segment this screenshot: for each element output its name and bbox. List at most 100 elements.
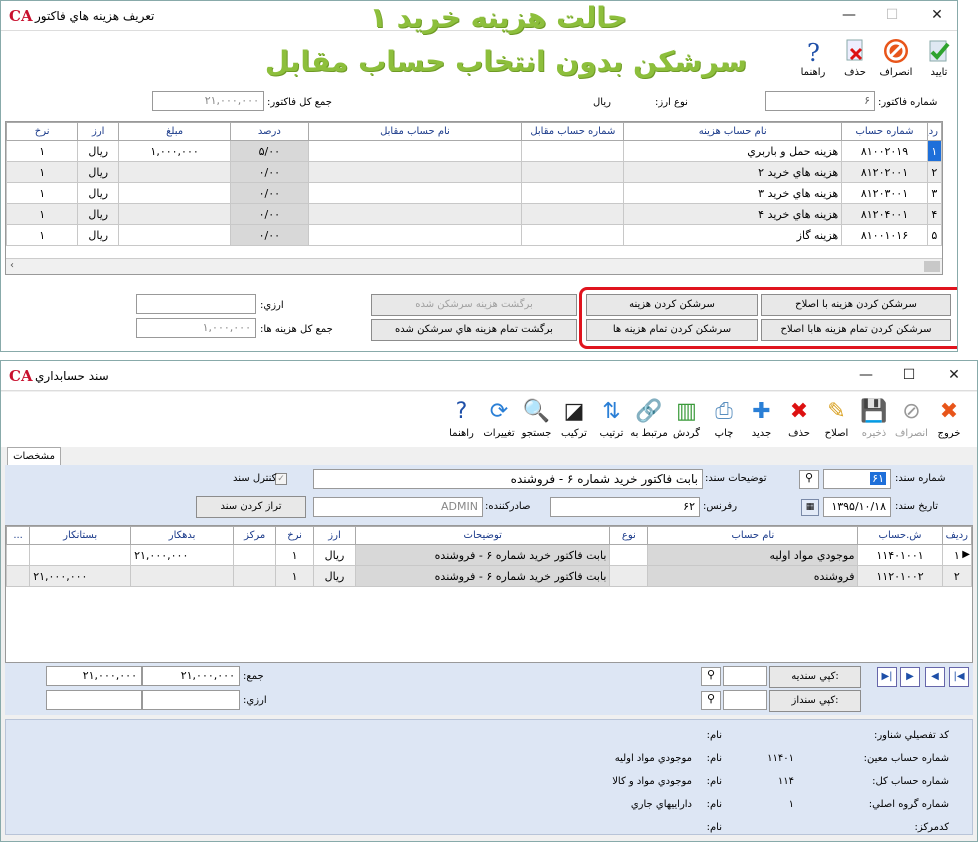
grid-header-cell[interactable]: درصد <box>230 122 309 141</box>
toolbar-button-4[interactable]: ✖ حذف <box>779 398 819 439</box>
doc-date-field[interactable]: ۱۳۹۵/۱۰/۱۸ <box>823 497 891 517</box>
grid-cell[interactable]: ۲۱,۰۰۰,۰۰۰ <box>130 544 235 566</box>
grid-cell[interactable] <box>130 565 235 587</box>
revert-cost-button[interactable]: برگشت هزينه سرشکن شده <box>371 294 577 316</box>
grid-cell[interactable] <box>307 140 523 162</box>
grid-cell[interactable] <box>118 224 232 246</box>
grid-cell[interactable] <box>521 161 625 183</box>
total-cost-field[interactable]: ۱,۰۰۰,۰۰۰ <box>136 318 256 338</box>
grid-cell[interactable] <box>307 182 523 204</box>
grid-cell[interactable] <box>521 224 625 246</box>
cancel-button[interactable]: انصراف <box>874 37 918 78</box>
grid-cell[interactable] <box>5 565 31 587</box>
calendar-icon[interactable]: ▦ <box>801 499 819 516</box>
grid-header-cell[interactable]: توضيحات <box>355 526 611 545</box>
table-row[interactable]: ۱ ۸۱۰۰۲۰۱۹ هزينه حمل و باربري ۵/۰۰ ۱,۰۰۰,۰۰۰… <box>5 140 943 162</box>
grid-cell[interactable]: ريال <box>312 565 357 587</box>
grid-header-cell[interactable]: ارز <box>312 526 357 545</box>
grid-cell[interactable]: ۳ <box>926 182 943 204</box>
grid-cell[interactable]: ۰/۰۰ <box>230 224 309 246</box>
grid-cell[interactable]: موجودي مواد اوليه <box>647 544 859 566</box>
grid-cell[interactable]: هزينه هاي خريد ۲ <box>623 161 843 183</box>
grid-cell[interactable]: ريال <box>77 161 120 183</box>
toolbar-button-10[interactable]: ◪ ترکيب <box>554 398 594 439</box>
grid-cell[interactable] <box>307 224 523 246</box>
sum-credit-field[interactable]: ۲۱,۰۰۰,۰۰۰ <box>46 666 142 686</box>
grid-cell[interactable]: ۲۱,۰۰۰,۰۰۰ <box>29 565 132 587</box>
grid-cell[interactable] <box>307 203 523 225</box>
grid-cell[interactable]: ۸۱۰۰۱۰۱۶ <box>841 224 928 246</box>
grid-cell[interactable]: ۱ <box>275 544 314 566</box>
toolbar-button-6[interactable]: ⎙ چاپ <box>704 398 744 439</box>
first-record-icon[interactable]: ▶| <box>877 667 897 687</box>
grid-cell[interactable]: ريال <box>77 224 120 246</box>
control-checkbox[interactable]: ✓ <box>275 473 287 485</box>
grid-cell[interactable]: ۰/۰۰ <box>230 203 309 225</box>
cost-grid[interactable]: رديفشماره حسابنام حساب هزينهشماره حساب م… <box>5 121 943 275</box>
grid-cell[interactable]: ۱ <box>275 565 314 587</box>
grid-header-cell[interactable]: نام حساب <box>647 526 859 545</box>
grid-cell[interactable]: ۸۱۰۰۲۰۱۹ <box>841 140 928 162</box>
grid-cell[interactable] <box>233 544 277 566</box>
grid-cell[interactable]: بابت فاکتور خريد شماره ۶ - فروشنده <box>355 565 611 587</box>
toolbar-button-9[interactable]: ⇅ ترتيب <box>592 398 632 439</box>
grid-cell[interactable] <box>118 161 232 183</box>
doc-desc-field[interactable]: بابت فاکتور خريد شماره ۶ - فروشنده <box>313 469 703 489</box>
toolbar-button-8[interactable]: 🔗 مرتبط به <box>629 398 669 439</box>
table-row[interactable]: ۵ ۸۱۰۰۱۰۱۶ هزينه گاز ۰/۰۰ ريال ۱ <box>5 224 943 246</box>
help-button[interactable]: ? راهنما <box>791 37 835 78</box>
doc-lines-grid[interactable]: رديف ش.حساب نام حساب نوع توضيحات ارز نرخ مرکز بد… <box>5 525 973 663</box>
grid-cell[interactable]: ۱ <box>5 224 79 246</box>
grid-header-cell[interactable]: نرخ <box>275 526 314 545</box>
grid-header-cell[interactable]: نام حساب مقابل <box>307 122 523 141</box>
table-row[interactable]: ۱ ۱۱۴۰۱۰۰۱ موجودي مواد اوليه بابت فاکتور خر… <box>5 544 973 566</box>
revert-all-cost-button[interactable]: برگشت تمام هزينه هاي سرشکن شده <box>371 319 577 341</box>
grid-cell[interactable]: ريال <box>77 140 120 162</box>
issuer-field[interactable]: ADMIN <box>313 497 483 517</box>
grid-horizontal-scrollbar[interactable]: ‹ <box>6 258 942 274</box>
tab-specs[interactable]: مشخصات <box>7 447 61 465</box>
toolbar-button-11[interactable]: 🔍 جستجو <box>517 398 557 439</box>
toolbar-button-1[interactable]: ⊘ انصراف <box>892 398 932 439</box>
grid-cell[interactable]: ريال <box>77 182 120 204</box>
toolbar-button-2[interactable]: 💾 ذخيره <box>854 398 894 439</box>
invoice-total-field[interactable]: ۲۱,۰۰۰,۰۰۰ <box>152 91 264 111</box>
doc-no-field[interactable]: ۶۱ <box>823 469 891 489</box>
grid-header-cell[interactable]: مرکز <box>233 526 277 545</box>
balance-doc-button[interactable]: تراز کردن سند <box>196 496 306 518</box>
delete-button[interactable]: حذف <box>833 37 877 78</box>
grid-cell[interactable] <box>29 544 132 566</box>
currency-field[interactable] <box>136 294 256 314</box>
grid-cell[interactable] <box>609 544 649 566</box>
copy-to-doc-button[interactable]: کپي سنديه: <box>769 666 861 688</box>
grid-cell[interactable]: ۰/۰۰ <box>230 161 309 183</box>
table-row[interactable]: ۲ ۱۱۲۰۱۰۰۲ فروشنده بابت فاکتور خريد شماره ۶… <box>5 565 973 587</box>
grid-cell[interactable] <box>118 182 232 204</box>
grid-cell[interactable]: بابت فاکتور خريد شماره ۶ - فروشنده <box>355 544 611 566</box>
sum-debit-field[interactable]: ۲۱,۰۰۰,۰۰۰ <box>142 666 240 686</box>
grid-header-cell[interactable]: شماره حساب <box>841 122 928 141</box>
search-icon[interactable]: ⚲ <box>799 470 819 489</box>
scroll-thumb[interactable] <box>924 261 940 272</box>
grid-header-cell[interactable]: ارز <box>77 122 120 141</box>
scroll-left-icon[interactable]: ‹ <box>10 260 14 271</box>
toolbar-button-0[interactable]: ✖ خروج <box>929 398 969 439</box>
close-button[interactable]: ✕ <box>939 364 969 388</box>
grid-cell[interactable]: ۱۱۴۰۱۰۰۱ <box>857 544 943 566</box>
grid-cell[interactable]: ۱۱۲۰۱۰۰۲ <box>857 565 943 587</box>
spread-all-cost-fix-button[interactable]: سرشکن کردن تمام هزينه هابا اصلاح <box>761 319 951 341</box>
invoice-no-field[interactable]: ۶ <box>765 91 875 111</box>
grid-header-cell[interactable]: ش.حساب <box>857 526 943 545</box>
grid-header-cell[interactable]: مبلغ <box>118 122 232 141</box>
ref-field[interactable]: ۶۲ <box>550 497 700 517</box>
last-record-icon[interactable]: |◀ <box>949 667 969 687</box>
grid-header-cell[interactable]: نام حساب هزينه <box>623 122 843 141</box>
spread-all-cost-button[interactable]: سرشکن کردن تمام هزينه ها <box>586 319 758 341</box>
grid-cell[interactable] <box>609 565 649 587</box>
grid-cell[interactable] <box>521 203 625 225</box>
grid-cell[interactable] <box>521 182 625 204</box>
spread-cost-fix-button[interactable]: سرشکن کردن هزينه با اصلاح <box>761 294 951 316</box>
next-record-icon[interactable]: ▶ <box>900 667 920 687</box>
grid-header-cell[interactable]: نرخ <box>5 122 79 141</box>
grid-header-cell[interactable]: شماره حساب مقابل <box>521 122 625 141</box>
